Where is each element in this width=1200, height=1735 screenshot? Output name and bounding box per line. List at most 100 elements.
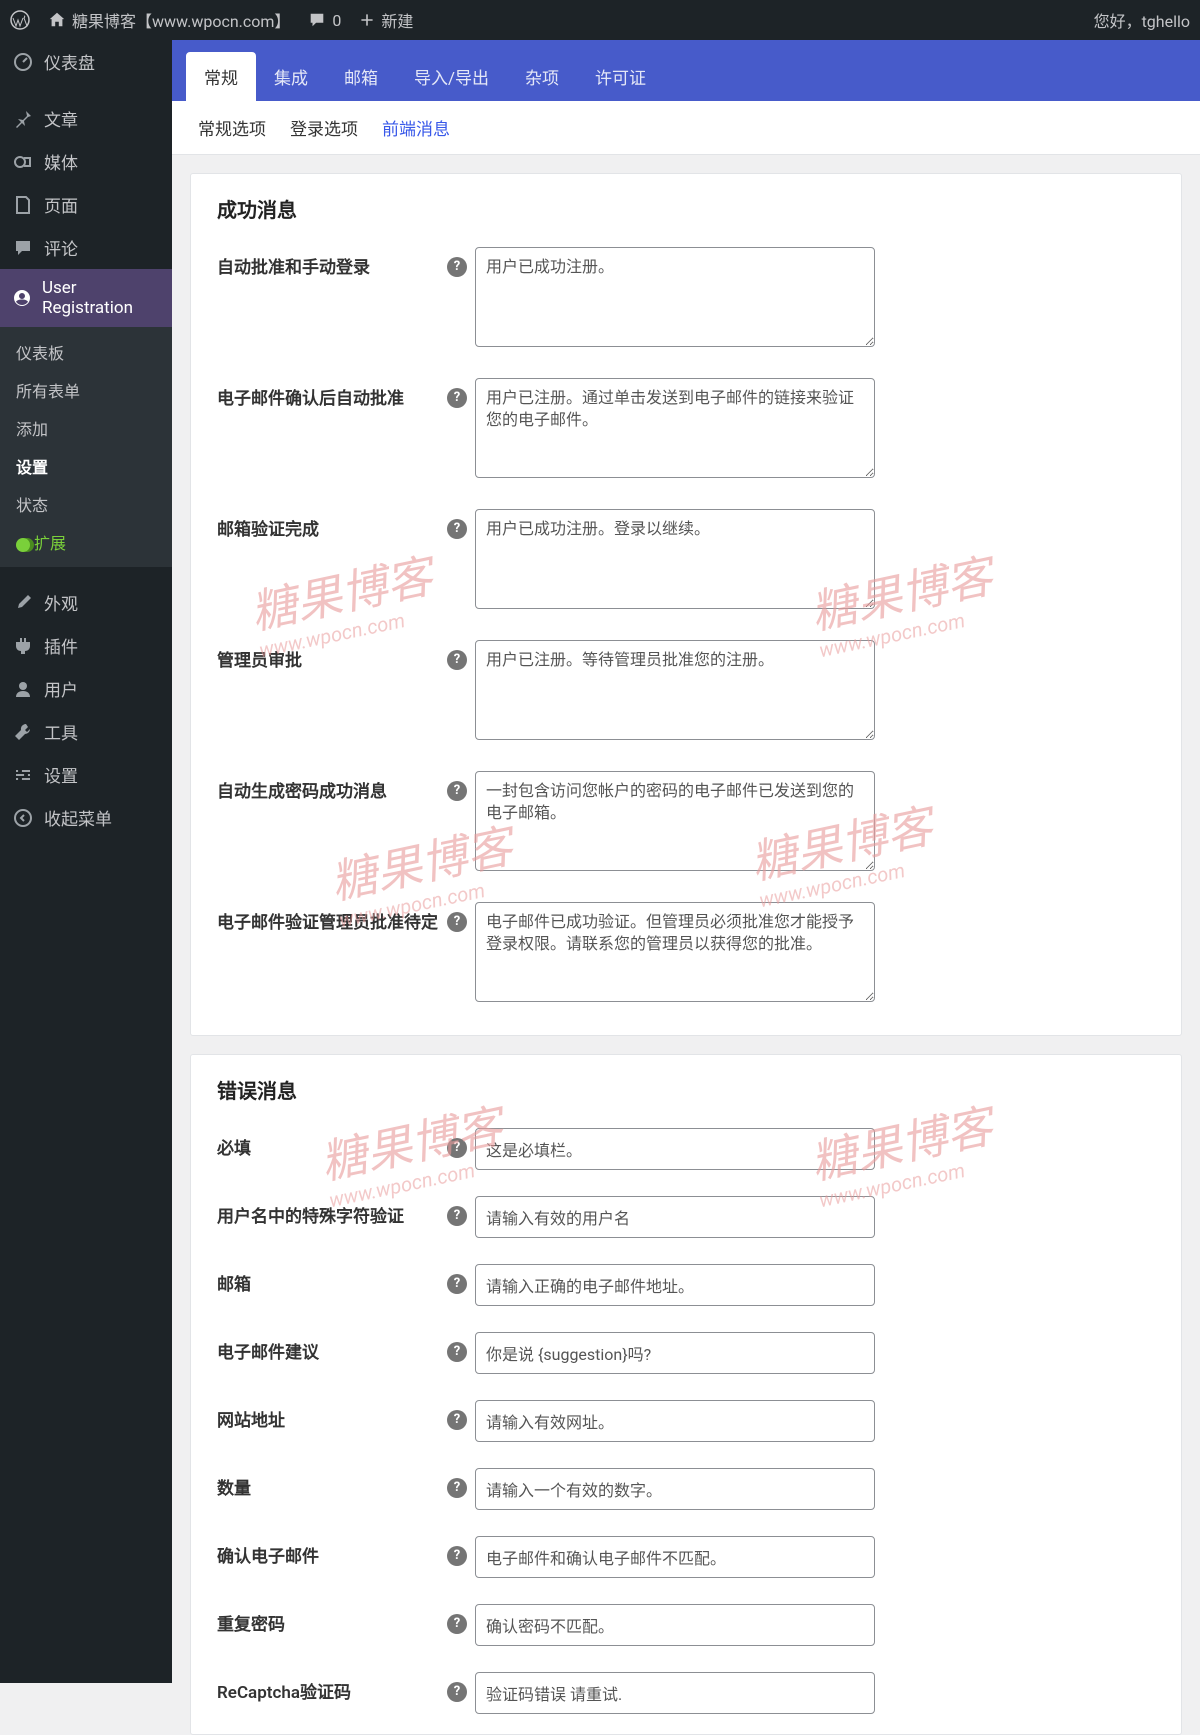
tab-general[interactable]: 常规 <box>186 52 256 101</box>
label-email-verified: 邮箱验证完成 <box>217 509 447 540</box>
menu-pages[interactable]: 页面 <box>0 183 172 226</box>
submenu-all-forms[interactable]: 所有表单 <box>0 371 172 409</box>
input-auto-password[interactable] <box>475 771 875 871</box>
submenu-extensions[interactable]: 扩展 <box>0 523 172 561</box>
input-required[interactable] <box>475 1128 875 1170</box>
settings-icon <box>12 764 34 786</box>
site-title: 糖果博客【www.wpocn.com】 <box>72 8 290 32</box>
dashboard-icon <box>12 51 34 73</box>
subtab-login-options[interactable]: 登录选项 <box>290 115 358 140</box>
menu-user-registration[interactable]: User Registration <box>0 269 172 327</box>
submenu-add[interactable]: 添加 <box>0 409 172 447</box>
input-email-suggestion[interactable] <box>475 1332 875 1374</box>
tab-integration[interactable]: 集成 <box>256 52 326 101</box>
comments-link[interactable]: 0 <box>308 11 341 30</box>
user-reg-submenu: 仪表板 所有表单 添加 设置 状态 扩展 <box>0 327 172 567</box>
row-auto-password: 自动生成密码成功消息 ? <box>217 771 1155 876</box>
tools-icon <box>12 721 34 743</box>
admin-bar: 糖果博客【www.wpocn.com】 0 新建 您好，tghello <box>0 0 1200 40</box>
error-title: 错误消息 <box>217 1075 1155 1104</box>
menu-posts[interactable]: 文章 <box>0 97 172 140</box>
label-email-confirm: 电子邮件确认后自动批准 <box>217 378 447 409</box>
admin-sidebar: 仪表盘 文章 媒体 页面 评论 User Registration 仪表板 所有… <box>0 40 172 1683</box>
menu-media[interactable]: 媒体 <box>0 140 172 183</box>
ext-dot-icon <box>16 538 30 552</box>
input-email-err[interactable] <box>475 1264 875 1306</box>
help-icon[interactable]: ? <box>447 1274 467 1294</box>
help-icon[interactable]: ? <box>447 1682 467 1702</box>
tab-email[interactable]: 邮箱 <box>326 52 396 101</box>
submenu-settings[interactable]: 设置 <box>0 447 172 485</box>
label-confirm-password: 重复密码 <box>217 1604 447 1635</box>
input-email-verified[interactable] <box>475 509 875 609</box>
row-email-err: 邮箱 ? <box>217 1264 1155 1306</box>
subtab-frontend-messages[interactable]: 前端消息 <box>382 115 450 140</box>
primary-tabs: 常规 集成 邮箱 导入/导出 杂项 许可证 <box>172 40 1200 101</box>
label-email-err: 邮箱 <box>217 1264 447 1295</box>
brush-icon <box>12 592 34 614</box>
label-email-admin-pending: 电子邮件验证管理员批准待定 <box>217 902 447 933</box>
help-icon[interactable]: ? <box>447 388 467 408</box>
new-label: 新建 <box>381 8 413 32</box>
user-greeting[interactable]: 您好，tghello <box>1094 8 1190 32</box>
comment-icon <box>12 237 34 259</box>
new-content[interactable]: 新建 <box>359 8 413 32</box>
input-admin-approval[interactable] <box>475 640 875 740</box>
help-icon[interactable]: ? <box>447 1410 467 1430</box>
adminbar-left: 糖果博客【www.wpocn.com】 0 新建 <box>10 8 413 32</box>
users-icon <box>12 678 34 700</box>
row-recaptcha: ReCaptcha验证码 ? <box>217 1672 1155 1714</box>
help-icon[interactable]: ? <box>447 257 467 277</box>
row-admin-approval: 管理员审批 ? <box>217 640 1155 745</box>
comments-count: 0 <box>332 11 341 30</box>
row-confirm-email: 确认电子邮件 ? <box>217 1536 1155 1578</box>
input-confirm-password[interactable] <box>475 1604 875 1646</box>
help-icon[interactable]: ? <box>447 912 467 932</box>
input-email-confirm[interactable] <box>475 378 875 478</box>
help-icon[interactable]: ? <box>447 1614 467 1634</box>
menu-tools[interactable]: 工具 <box>0 710 172 753</box>
menu-collapse[interactable]: 收起菜单 <box>0 796 172 839</box>
help-icon[interactable]: ? <box>447 1206 467 1226</box>
row-email-verified: 邮箱验证完成 ? <box>217 509 1155 614</box>
menu-settings[interactable]: 设置 <box>0 753 172 796</box>
row-email-admin-pending: 电子邮件验证管理员批准待定 ? <box>217 902 1155 1007</box>
row-website: 网站地址 ? <box>217 1400 1155 1442</box>
help-icon[interactable]: ? <box>447 1478 467 1498</box>
secondary-tabs: 常规选项 登录选项 前端消息 <box>172 101 1200 155</box>
wp-logo[interactable] <box>10 10 30 30</box>
pin-icon <box>12 108 34 130</box>
tab-license[interactable]: 许可证 <box>577 52 664 101</box>
site-home[interactable]: 糖果博客【www.wpocn.com】 <box>48 8 290 32</box>
label-number: 数量 <box>217 1468 447 1499</box>
tab-import-export[interactable]: 导入/导出 <box>396 52 507 101</box>
label-required: 必填 <box>217 1128 447 1159</box>
submenu-status[interactable]: 状态 <box>0 485 172 523</box>
help-icon[interactable]: ? <box>447 781 467 801</box>
help-icon[interactable]: ? <box>447 1138 467 1158</box>
submenu-dashboard[interactable]: 仪表板 <box>0 333 172 371</box>
input-username-special[interactable] <box>475 1196 875 1238</box>
input-recaptcha[interactable] <box>475 1672 875 1714</box>
menu-plugins[interactable]: 插件 <box>0 624 172 667</box>
content-area: 常规 集成 邮箱 导入/导出 杂项 许可证 常规选项 登录选项 前端消息 成功消… <box>172 40 1200 1683</box>
input-manual-login[interactable] <box>475 247 875 347</box>
input-number[interactable] <box>475 1468 875 1510</box>
media-icon <box>12 151 34 173</box>
tab-misc[interactable]: 杂项 <box>507 52 577 101</box>
menu-appearance[interactable]: 外观 <box>0 581 172 624</box>
plugin-icon <box>12 635 34 657</box>
help-icon[interactable]: ? <box>447 1342 467 1362</box>
input-confirm-email[interactable] <box>475 1536 875 1578</box>
subtab-general-options[interactable]: 常规选项 <box>198 115 266 140</box>
menu-users[interactable]: 用户 <box>0 667 172 710</box>
collapse-icon <box>12 807 34 829</box>
row-email-confirm: 电子邮件确认后自动批准 ? <box>217 378 1155 483</box>
help-icon[interactable]: ? <box>447 1546 467 1566</box>
menu-dashboard[interactable]: 仪表盘 <box>0 40 172 83</box>
input-website[interactable] <box>475 1400 875 1442</box>
help-icon[interactable]: ? <box>447 519 467 539</box>
menu-comments[interactable]: 评论 <box>0 226 172 269</box>
help-icon[interactable]: ? <box>447 650 467 670</box>
input-email-admin-pending[interactable] <box>475 902 875 1002</box>
